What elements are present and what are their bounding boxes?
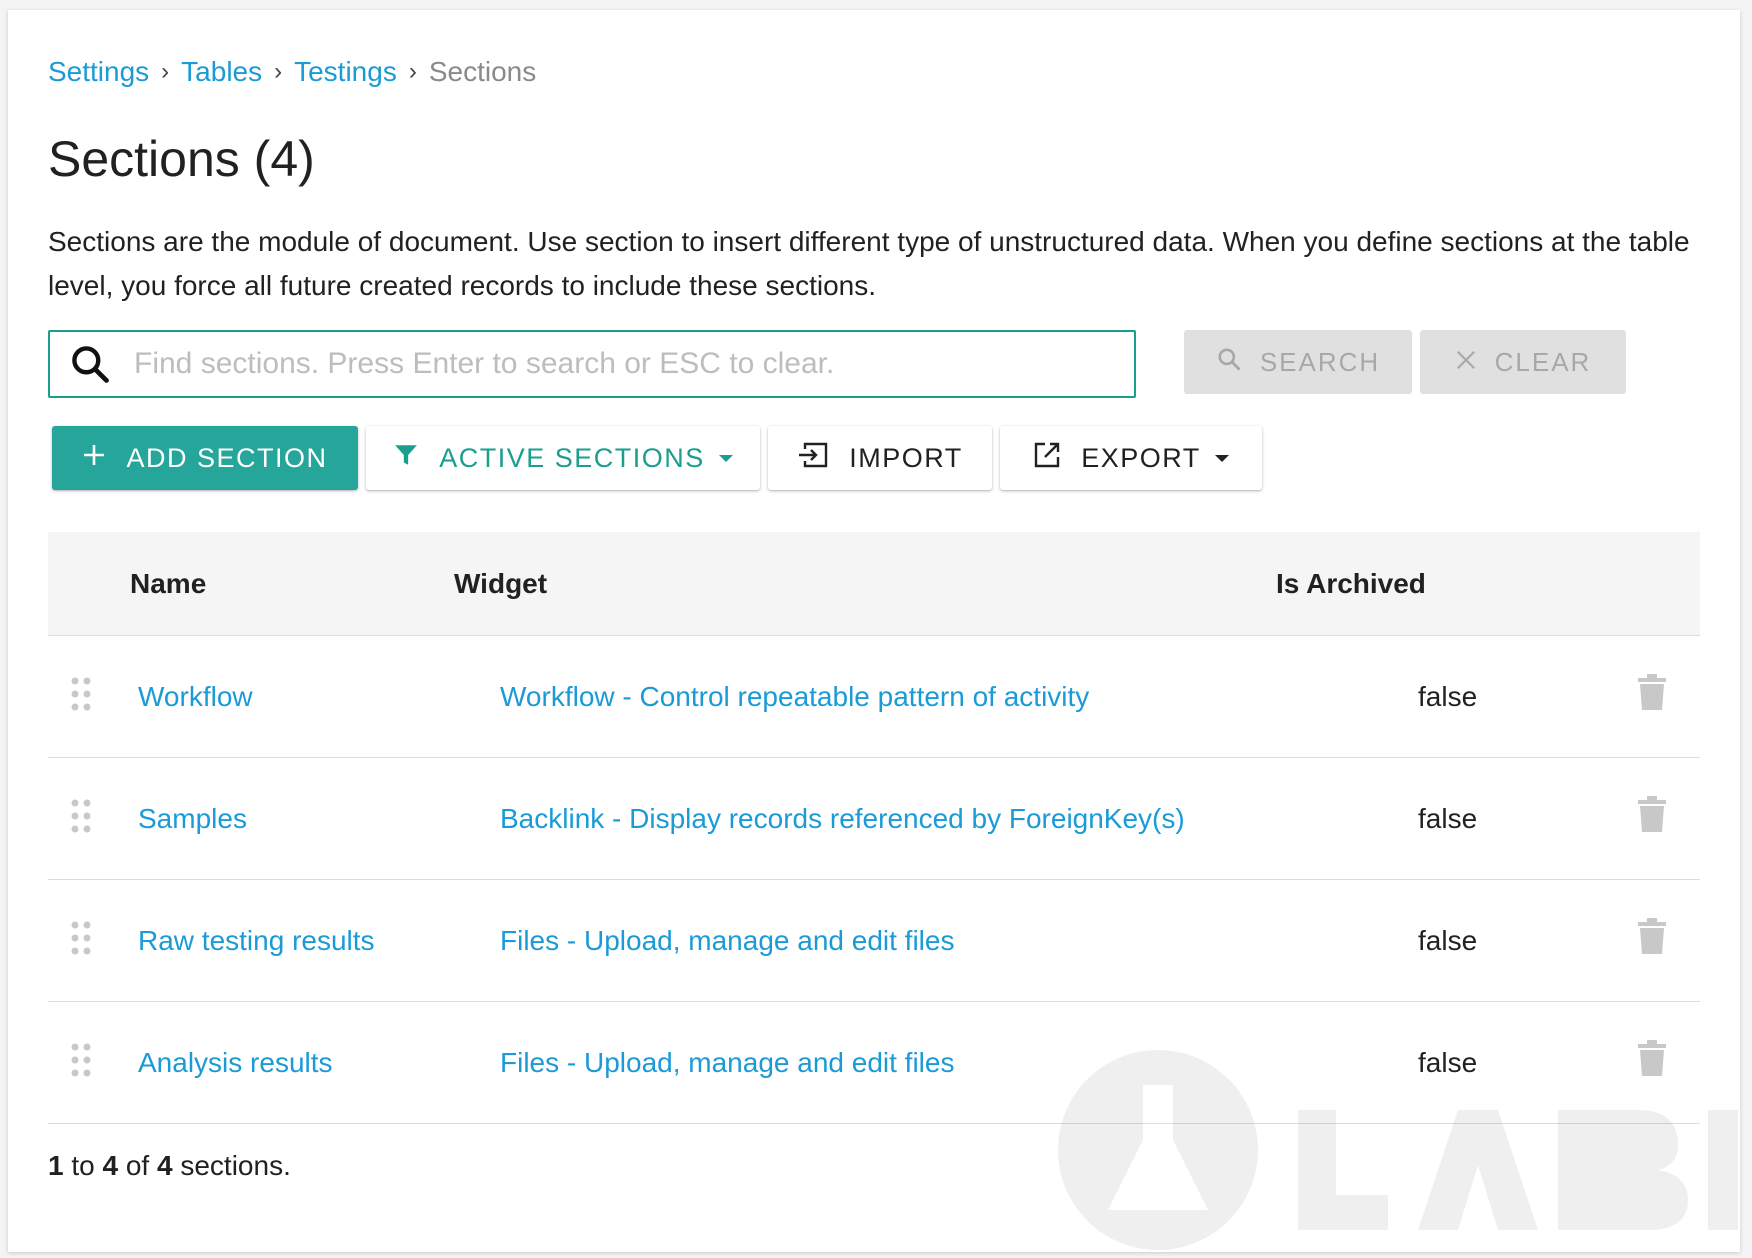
- section-widget-link[interactable]: Workflow - Control repeatable pattern of…: [500, 681, 1089, 713]
- breadcrumb-tables[interactable]: Tables: [181, 56, 262, 88]
- page-title: Sections (4): [48, 131, 315, 187]
- trash-icon[interactable]: [1638, 796, 1666, 839]
- drag-handle-icon[interactable]: [70, 920, 92, 963]
- search-icon: [1216, 346, 1242, 379]
- section-name-link[interactable]: Analysis results: [138, 1047, 333, 1079]
- filter-icon: [393, 442, 419, 475]
- section-name-link[interactable]: Workflow: [138, 681, 253, 713]
- chevron-down-icon: [718, 454, 733, 462]
- section-widget-link[interactable]: Backlink - Display records referenced by…: [500, 803, 1185, 835]
- export-dropdown[interactable]: EXPORT: [1000, 426, 1262, 490]
- breadcrumb-separator: ›: [274, 58, 283, 85]
- pagination-of-word: of: [125, 1150, 150, 1181]
- pagination-to: 4: [102, 1150, 119, 1181]
- search-button-label: SEARCH: [1259, 346, 1381, 377]
- table-row: Samples Backlink - Display records refer…: [48, 758, 1700, 880]
- drag-handle-icon[interactable]: [70, 676, 92, 719]
- column-header-name[interactable]: Name: [130, 568, 206, 600]
- search-icon: [50, 342, 130, 386]
- breadcrumb-separator: ›: [408, 58, 417, 85]
- export-label: EXPORT: [1081, 442, 1201, 473]
- import-label: IMPORT: [849, 442, 963, 473]
- section-widget-link[interactable]: Files - Upload, manage and edit files: [500, 1047, 954, 1079]
- pagination-to-word: to: [71, 1150, 95, 1181]
- breadcrumb-settings[interactable]: Settings: [48, 56, 149, 88]
- add-section-button[interactable]: ADD SECTION: [52, 426, 358, 490]
- table-row: Workflow Workflow - Control repeatable p…: [48, 636, 1700, 758]
- watermark-logo: [1058, 1045, 1738, 1252]
- pagination-total: 4: [157, 1150, 173, 1181]
- breadcrumb-testings[interactable]: Testings: [294, 56, 397, 88]
- table-row: Raw testing results Files - Upload, mana…: [48, 880, 1700, 1002]
- section-name-link[interactable]: Samples: [138, 803, 247, 835]
- drag-handle-icon[interactable]: [70, 798, 92, 841]
- import-button[interactable]: IMPORT: [768, 426, 992, 490]
- pagination-from: 1: [48, 1150, 64, 1181]
- close-icon: [1455, 347, 1477, 378]
- pagination-suffix: sections.: [180, 1150, 291, 1181]
- clear-button[interactable]: CLEAR: [1420, 330, 1626, 394]
- section-archived-value: false: [1418, 803, 1478, 834]
- breadcrumb-separator: ›: [161, 58, 170, 85]
- page-card: Settings › Tables › Testings › Sections …: [8, 10, 1740, 1252]
- add-section-label: ADD SECTION: [126, 442, 328, 473]
- section-archived-value: false: [1418, 681, 1478, 712]
- table-header: Name Widget Is Archived: [48, 532, 1700, 636]
- external-link-icon: [1033, 441, 1061, 476]
- column-header-is-archived[interactable]: Is Archived: [1276, 568, 1426, 600]
- column-header-widget[interactable]: Widget: [454, 568, 547, 600]
- import-icon: [797, 441, 829, 476]
- section-name-link[interactable]: Raw testing results: [138, 925, 375, 957]
- drag-handle-icon[interactable]: [70, 1042, 92, 1085]
- active-sections-dropdown[interactable]: ACTIVE SECTIONS: [366, 426, 760, 490]
- search-box: [48, 330, 1136, 398]
- plus-icon: [82, 443, 106, 474]
- pagination-summary: 1 to 4 of 4 sections.: [48, 1150, 291, 1182]
- section-archived-value: false: [1418, 925, 1478, 956]
- breadcrumb: Settings › Tables › Testings › Sections: [48, 56, 536, 88]
- section-widget-link[interactable]: Files - Upload, manage and edit files: [500, 925, 954, 957]
- active-sections-label: ACTIVE SECTIONS: [439, 442, 705, 473]
- page-description: Sections are the module of document. Use…: [48, 226, 1690, 301]
- clear-button-label: CLEAR: [1494, 346, 1592, 377]
- breadcrumb-current: Sections: [428, 56, 537, 87]
- search-button[interactable]: SEARCH: [1184, 330, 1412, 394]
- chevron-down-icon: [1214, 454, 1229, 462]
- trash-icon[interactable]: [1638, 674, 1666, 717]
- search-input[interactable]: [130, 332, 1134, 396]
- trash-icon[interactable]: [1638, 918, 1666, 961]
